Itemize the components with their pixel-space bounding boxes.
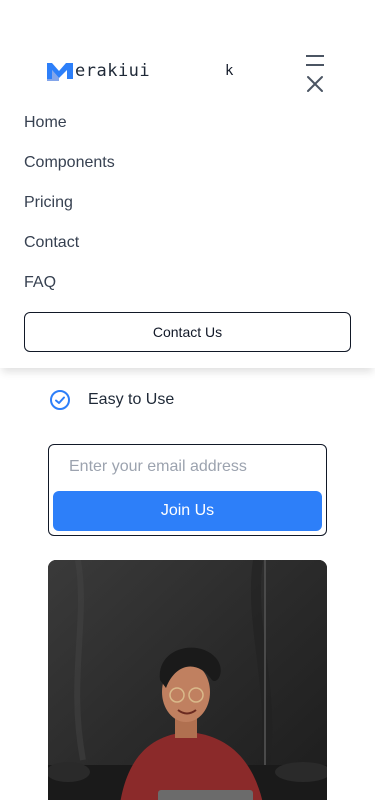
join-us-button[interactable]: Join Us	[53, 491, 322, 531]
check-circle-icon	[50, 390, 70, 410]
mobile-nav-menu: Home Components Pricing Contact FAQ Cont…	[0, 100, 375, 368]
nav-item-home[interactable]: Home	[24, 111, 67, 135]
header: erakiui k	[0, 0, 375, 100]
nav-item-faq[interactable]: FAQ	[24, 271, 56, 295]
close-icon	[307, 76, 323, 92]
brand-name: erakiui	[75, 61, 151, 81]
nav-item-components[interactable]: Components	[24, 151, 115, 175]
signup-form: Join Us	[48, 444, 327, 536]
feature-item: Easy to Use	[48, 387, 174, 413]
nav-item-pricing[interactable]: Pricing	[24, 191, 73, 215]
feature-label: Easy to Use	[88, 391, 175, 408]
contact-us-button[interactable]: Contact Us	[24, 312, 351, 352]
nav-item-contact[interactable]: Contact	[24, 231, 79, 255]
hero-photo	[48, 560, 327, 800]
brand-logo-link[interactable]: erakiui	[47, 60, 150, 82]
email-input[interactable]	[53, 449, 322, 485]
menu-toggle-button[interactable]	[303, 52, 327, 94]
page: erakiui k Home Components Pricing Contac…	[0, 0, 375, 800]
header-stray-text: k	[225, 63, 234, 79]
merakiui-logo-icon	[47, 61, 75, 81]
